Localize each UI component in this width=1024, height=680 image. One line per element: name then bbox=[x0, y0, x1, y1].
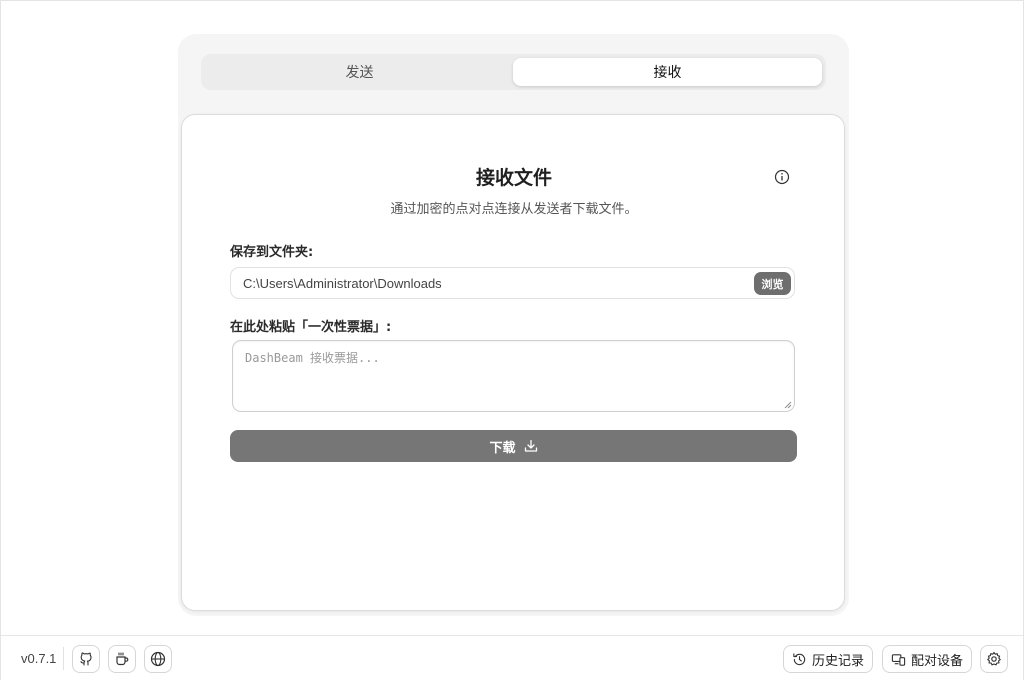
ticket-input[interactable]: DashBeam 接收票据... bbox=[232, 340, 795, 412]
save-folder-label: 保存到文件夹: bbox=[230, 245, 314, 260]
history-button[interactable]: 历史记录 bbox=[783, 645, 874, 673]
page-title: 接收文件 bbox=[475, 167, 552, 189]
ticket-placeholder: DashBeam 接收票据... bbox=[245, 351, 380, 365]
settings-button[interactable] bbox=[980, 645, 1008, 673]
mode-tabs: 发送 接收 bbox=[201, 54, 826, 90]
github-icon bbox=[80, 652, 92, 666]
ticket-label: 在此处粘贴「一次性票据」: bbox=[230, 320, 392, 335]
save-path-field[interactable]: C:\Users\Administrator\Downloads 浏览 bbox=[230, 267, 795, 299]
history-button-label: 历史记录 bbox=[812, 653, 865, 669]
download-button[interactable]: 下载 bbox=[230, 430, 797, 462]
language-button[interactable] bbox=[144, 645, 172, 673]
coffee-icon bbox=[116, 652, 129, 666]
github-button[interactable] bbox=[72, 645, 100, 673]
save-path-value: C:\Users\Administrator\Downloads bbox=[243, 276, 442, 291]
browse-button[interactable]: 浏览 bbox=[754, 272, 791, 295]
history-icon bbox=[793, 652, 806, 665]
info-icon[interactable] bbox=[774, 169, 790, 185]
download-icon bbox=[524, 439, 537, 452]
page-subtitle: 通过加密的点对点连接从发送者下载文件。 bbox=[390, 202, 638, 217]
receive-card: 接收文件 通过加密的点对点连接从发送者下载文件。 保存到文件夹: C:\User… bbox=[181, 114, 845, 611]
gear-icon bbox=[987, 651, 1001, 666]
footer-bar: v0.7.1 历史记录 配对设备 bbox=[1, 635, 1023, 680]
pair-devices-icon bbox=[891, 653, 906, 666]
resize-grip-icon[interactable] bbox=[784, 401, 792, 409]
version-label: v0.7.1 bbox=[21, 651, 57, 666]
tab-send[interactable]: 发送 bbox=[205, 58, 514, 86]
pair-devices-button[interactable]: 配对设备 bbox=[882, 645, 973, 673]
globe-icon bbox=[150, 651, 166, 667]
footer-divider bbox=[63, 647, 64, 670]
tab-receive[interactable]: 接收 bbox=[513, 58, 822, 86]
coffee-button[interactable] bbox=[108, 645, 136, 673]
download-button-label: 下载 bbox=[489, 440, 516, 456]
pair-devices-label: 配对设备 bbox=[911, 653, 964, 669]
